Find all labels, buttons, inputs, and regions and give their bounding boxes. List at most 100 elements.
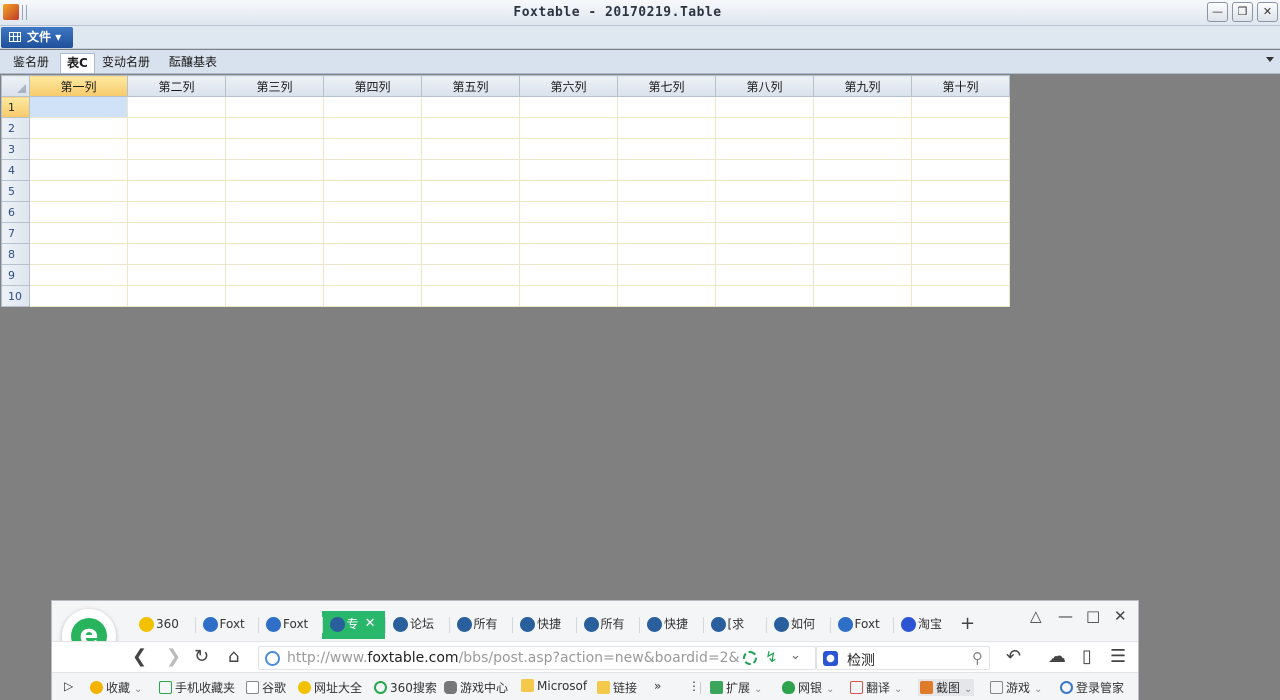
- column-header[interactable]: 第八列: [715, 75, 814, 97]
- grid-cell[interactable]: [715, 201, 814, 223]
- grid-cell[interactable]: [911, 285, 1010, 307]
- grid-cell[interactable]: [421, 180, 520, 202]
- grid-cell[interactable]: [29, 159, 128, 181]
- new-tab-button[interactable]: +: [960, 613, 975, 634]
- browser-tab[interactable]: 所有: [449, 611, 512, 639]
- grid-cell[interactable]: [519, 243, 618, 265]
- grid-cell[interactable]: [911, 159, 1010, 181]
- tab-1-active[interactable]: 表C: [60, 53, 95, 73]
- more-options-icon[interactable]: ⋮: [688, 679, 700, 693]
- grid-cell[interactable]: [225, 285, 324, 307]
- grid-cell[interactable]: [617, 159, 716, 181]
- toolbar-item[interactable]: 翻译 ⌄: [850, 679, 902, 696]
- grid-cell[interactable]: [519, 96, 618, 118]
- column-header[interactable]: 第六列: [519, 75, 618, 97]
- minimize-button[interactable]: —: [1207, 2, 1228, 22]
- grid-cell[interactable]: [225, 159, 324, 181]
- grid-cell[interactable]: [519, 138, 618, 160]
- grid-cell[interactable]: [911, 180, 1010, 202]
- grid-cell[interactable]: [323, 117, 422, 139]
- grid-cell[interactable]: [29, 96, 128, 118]
- grid-cell[interactable]: [421, 285, 520, 307]
- grid-cell[interactable]: [323, 138, 422, 160]
- grid-cell[interactable]: [29, 222, 128, 244]
- browser-tab[interactable]: 论坛: [385, 611, 448, 639]
- grid-cell[interactable]: [715, 180, 814, 202]
- grid-cell[interactable]: [421, 243, 520, 265]
- row-header[interactable]: 2: [1, 117, 30, 139]
- file-menu-button[interactable]: 文件 ▾: [1, 27, 73, 48]
- restore-button[interactable]: ❐: [1232, 2, 1253, 22]
- browser-tab[interactable]: 如何: [766, 611, 829, 639]
- grid-cell[interactable]: [323, 201, 422, 223]
- site-info-icon[interactable]: [265, 651, 280, 666]
- column-header[interactable]: 第七列: [617, 75, 716, 97]
- grid-cell[interactable]: [519, 117, 618, 139]
- column-header[interactable]: 第五列: [421, 75, 520, 97]
- grid-cell[interactable]: [127, 96, 226, 118]
- grid-cell[interactable]: [421, 117, 520, 139]
- toolbar-item[interactable]: 网银 ⌄: [782, 679, 834, 696]
- grid-cell[interactable]: [911, 243, 1010, 265]
- grid-cell[interactable]: [225, 243, 324, 265]
- grid-cell[interactable]: [127, 117, 226, 139]
- grid-cell[interactable]: [617, 264, 716, 286]
- toolbar-item[interactable]: 登录管家: [1060, 679, 1124, 696]
- row-header[interactable]: 1: [1, 96, 30, 118]
- grid-cell[interactable]: [813, 201, 912, 223]
- column-header[interactable]: 第九列: [813, 75, 912, 97]
- grid-cell[interactable]: [911, 96, 1010, 118]
- browser-tab[interactable]: Foxt: [830, 611, 893, 639]
- browser-close-button[interactable]: ✕: [1114, 607, 1127, 625]
- security-check-icon[interactable]: [743, 651, 757, 665]
- grid-cell[interactable]: [911, 222, 1010, 244]
- grid-cell[interactable]: [715, 222, 814, 244]
- grid-cell[interactable]: [617, 138, 716, 160]
- grid-cell[interactable]: [323, 222, 422, 244]
- grid-cell[interactable]: [421, 138, 520, 160]
- toolbar-item[interactable]: 截图 ⌄: [918, 679, 975, 696]
- grid-cell[interactable]: [519, 159, 618, 181]
- grid-cell[interactable]: [813, 96, 912, 118]
- grid-cell[interactable]: [323, 264, 422, 286]
- grid-cell[interactable]: [617, 285, 716, 307]
- browser-minimize-button[interactable]: —: [1058, 607, 1073, 625]
- grid-cell[interactable]: [29, 285, 128, 307]
- row-header[interactable]: 4: [1, 159, 30, 181]
- select-all-corner[interactable]: [1, 75, 30, 97]
- bookmark-item[interactable]: Microsof: [521, 679, 587, 693]
- grid-cell[interactable]: [421, 222, 520, 244]
- grid-cell[interactable]: [519, 264, 618, 286]
- grid-cell[interactable]: [715, 285, 814, 307]
- grid-cell[interactable]: [715, 117, 814, 139]
- grid-cell[interactable]: [323, 159, 422, 181]
- grid-cell[interactable]: [225, 96, 324, 118]
- bookmark-item[interactable]: 链接: [597, 679, 637, 696]
- bookmark-item[interactable]: 收藏 ⌄: [90, 679, 142, 696]
- home-icon[interactable]: ⌂: [228, 646, 239, 667]
- grid-cell[interactable]: [421, 201, 520, 223]
- grid-cell[interactable]: [29, 201, 128, 223]
- grid-cell[interactable]: [813, 222, 912, 244]
- grid-cell[interactable]: [29, 264, 128, 286]
- row-header[interactable]: 9: [1, 264, 30, 286]
- grid-cell[interactable]: [29, 117, 128, 139]
- grid-cell[interactable]: [127, 138, 226, 160]
- mobile-icon[interactable]: ▯: [1082, 646, 1092, 667]
- grid-cell[interactable]: [29, 180, 128, 202]
- grid-cell[interactable]: [127, 159, 226, 181]
- grid-cell[interactable]: [421, 159, 520, 181]
- grid-cell[interactable]: [127, 201, 226, 223]
- grid-cell[interactable]: [813, 117, 912, 139]
- grid-cell[interactable]: [519, 222, 618, 244]
- url-history-dropdown-icon[interactable]: ⌄: [790, 648, 801, 663]
- grid-cell[interactable]: [715, 264, 814, 286]
- grid-cell[interactable]: [813, 243, 912, 265]
- grid-cell[interactable]: [323, 96, 422, 118]
- grid-cell[interactable]: [617, 201, 716, 223]
- grid-cell[interactable]: [323, 285, 422, 307]
- browser-maximize-button[interactable]: □: [1086, 607, 1100, 625]
- reload-icon[interactable]: ↻: [194, 646, 209, 667]
- grid-cell[interactable]: [519, 180, 618, 202]
- grid-cell[interactable]: [715, 138, 814, 160]
